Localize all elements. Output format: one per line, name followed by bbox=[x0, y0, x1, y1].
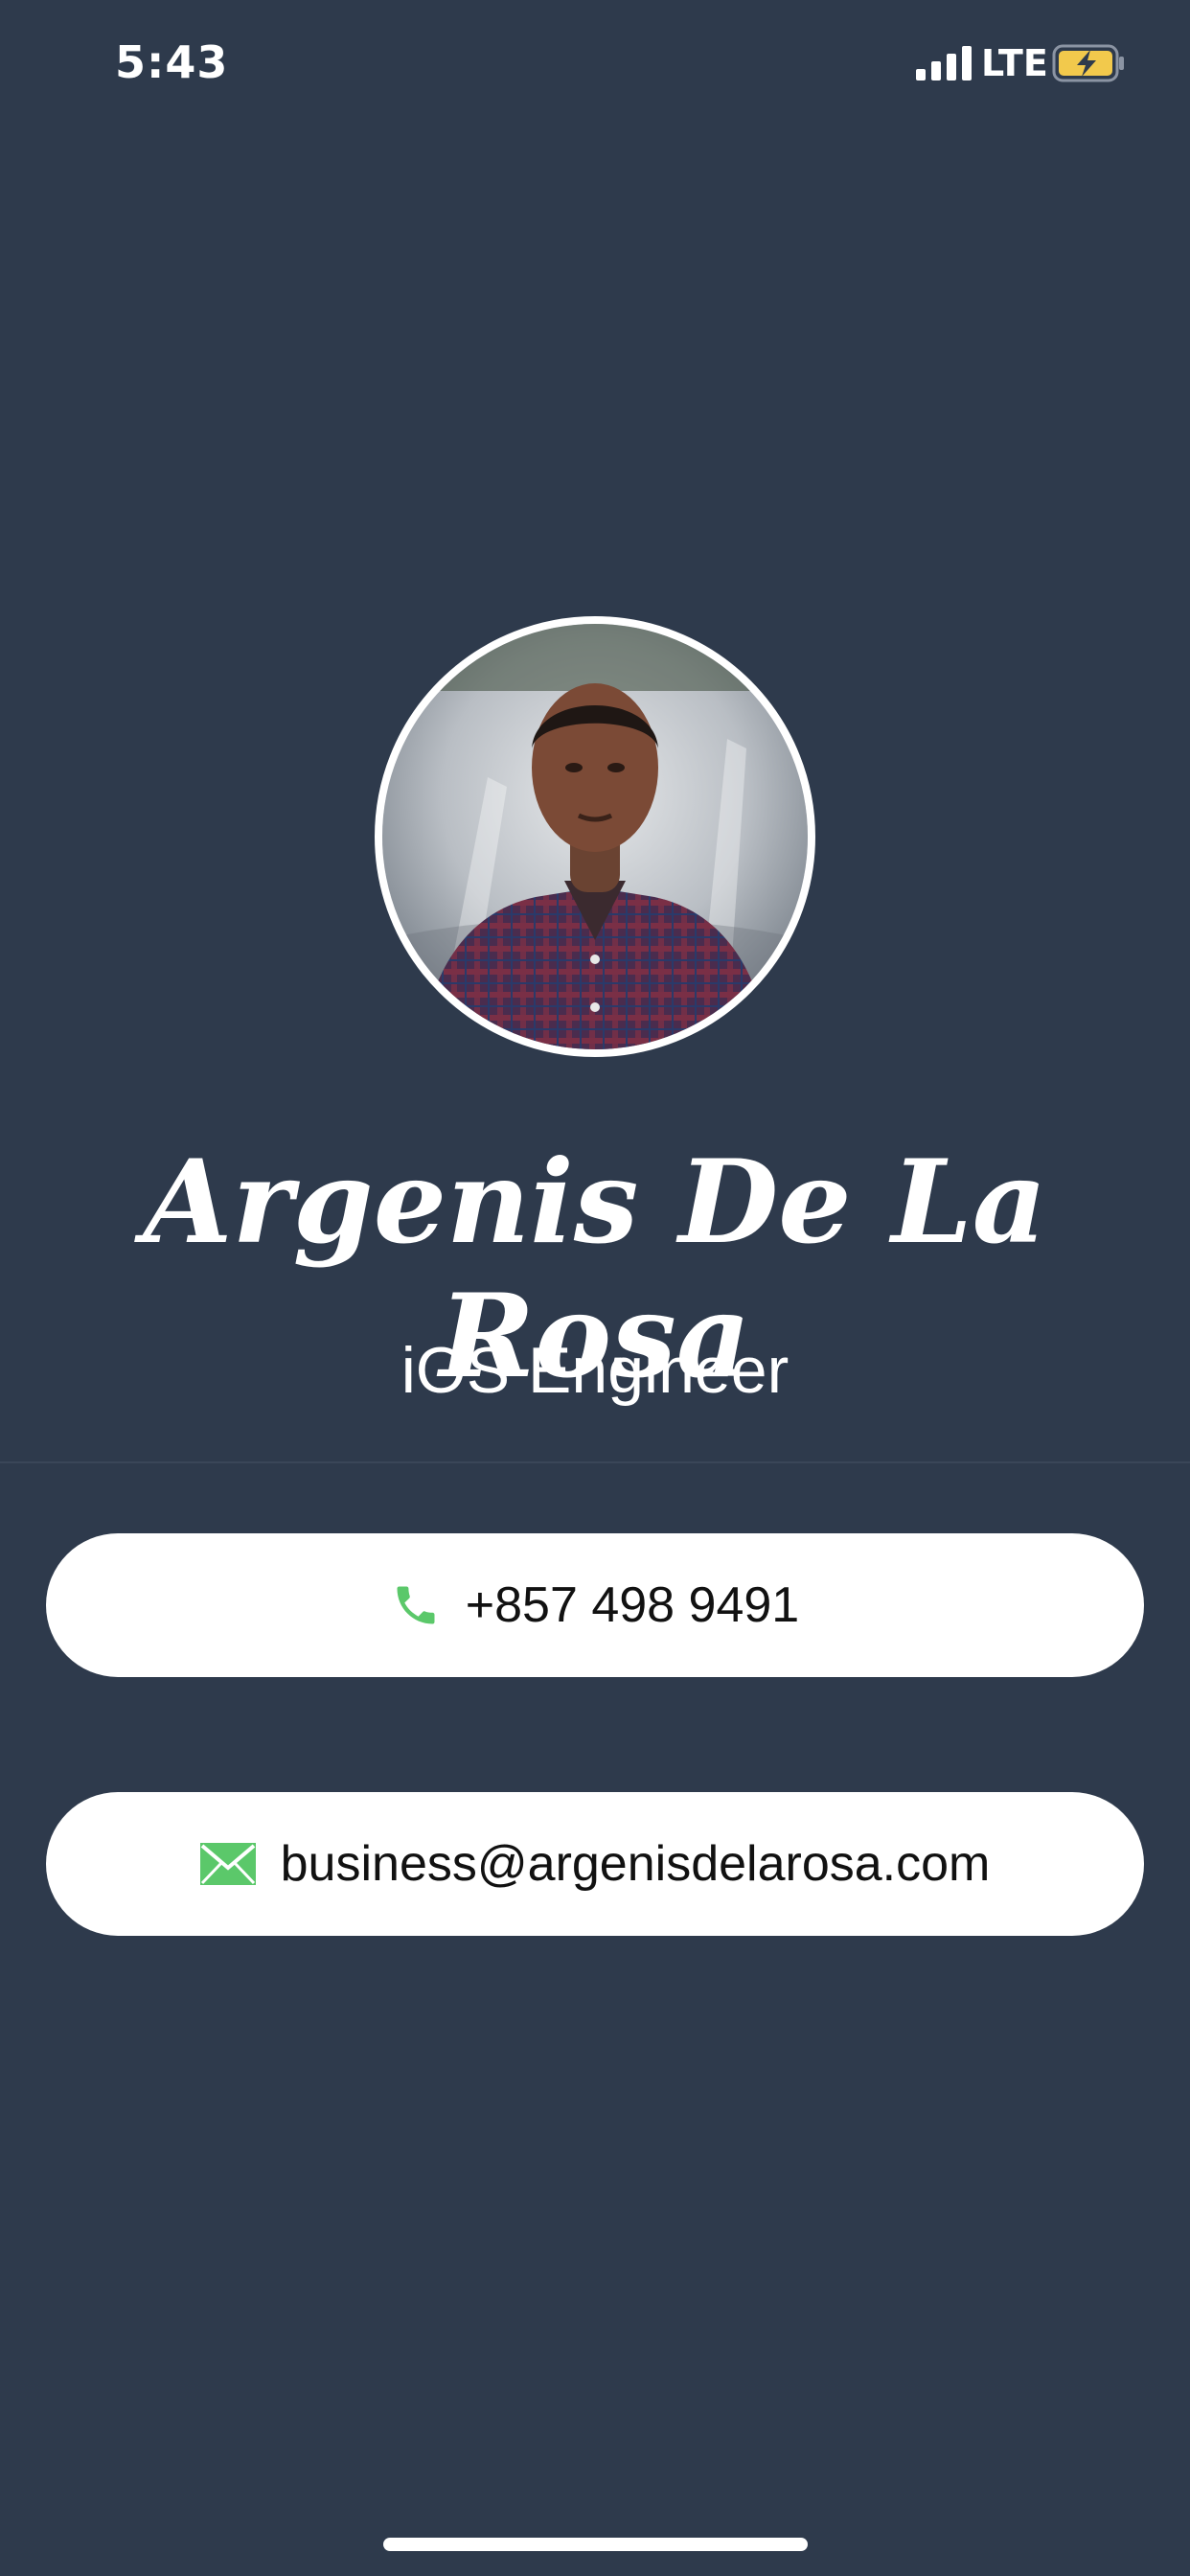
phone-icon bbox=[391, 1580, 441, 1630]
phone-number: +857 498 9491 bbox=[465, 1577, 800, 1633]
battery-charging-icon bbox=[1052, 44, 1125, 82]
email-contact-button[interactable]: business@argenisdelarosa.com bbox=[46, 1792, 1144, 1936]
network-type-label: LTE bbox=[981, 42, 1048, 84]
profile-photo bbox=[382, 624, 808, 1049]
cellular-signal-icon bbox=[916, 46, 972, 80]
section-divider bbox=[0, 1461, 1190, 1463]
status-bar: 5:43 LTE bbox=[0, 0, 1190, 130]
profile-avatar bbox=[375, 616, 815, 1057]
email-address: business@argenisdelarosa.com bbox=[280, 1836, 991, 1892]
profile-title: iOS Engineer bbox=[400, 1334, 790, 1407]
mail-icon bbox=[199, 1843, 256, 1885]
home-indicator[interactable] bbox=[383, 2538, 808, 2551]
status-time: 5:43 bbox=[115, 36, 229, 88]
phone-contact-button[interactable]: +857 498 9491 bbox=[46, 1533, 1144, 1677]
